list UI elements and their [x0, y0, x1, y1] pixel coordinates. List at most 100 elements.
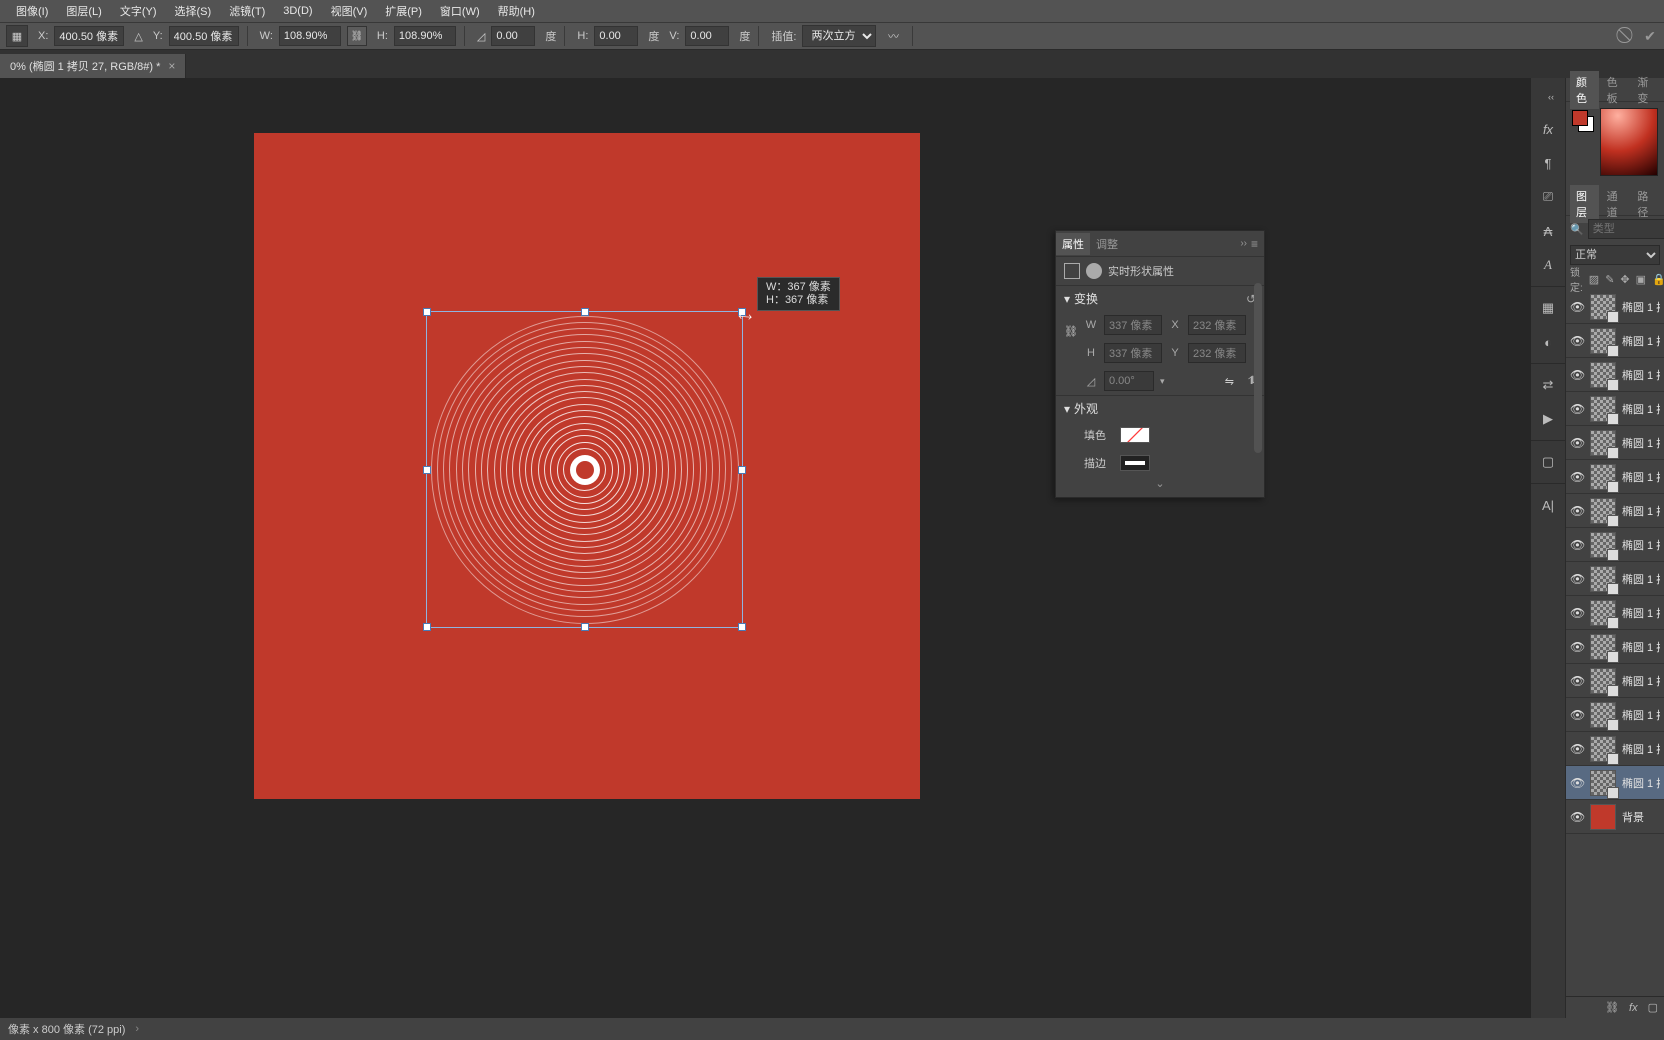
- visibility-icon[interactable]: 👁: [1570, 674, 1584, 688]
- layer-thumbnail[interactable]: [1590, 804, 1616, 830]
- font-panel-icon[interactable]: A: [1534, 250, 1562, 280]
- visibility-icon[interactable]: 👁: [1570, 470, 1584, 484]
- close-icon[interactable]: ×: [168, 59, 175, 73]
- interp-select[interactable]: 两次立方: [802, 25, 876, 47]
- lock-transparency-icon[interactable]: ▨: [1589, 273, 1599, 286]
- layer-row[interactable]: 👁椭圆 1 拷: [1566, 460, 1664, 494]
- handle-tl[interactable]: [423, 308, 431, 316]
- expand-panel-icon[interactable]: ⌄: [1056, 477, 1264, 497]
- stroke-swatch[interactable]: [1120, 455, 1150, 471]
- layer-thumbnail[interactable]: [1590, 702, 1616, 728]
- handle-bl[interactable]: [423, 623, 431, 631]
- panel-scrollbar[interactable]: [1254, 283, 1262, 453]
- visibility-icon[interactable]: 👁: [1570, 334, 1584, 348]
- layer-row[interactable]: 👁椭圆 1 拷: [1566, 324, 1664, 358]
- menu-3d[interactable]: 3D(D): [275, 2, 320, 20]
- visibility-icon[interactable]: 👁: [1570, 708, 1584, 722]
- panel-menu-icon[interactable]: ≡: [1251, 237, 1258, 251]
- layer-row[interactable]: 👁椭圆 1 拷: [1566, 630, 1664, 664]
- link-wh-mini-icon[interactable]: ⛓: [1064, 325, 1078, 338]
- layer-thumbnail[interactable]: [1590, 668, 1616, 694]
- blend-mode-select[interactable]: 正常: [1570, 245, 1660, 265]
- status-menu-icon[interactable]: ›: [135, 1023, 139, 1035]
- tab-adjustments[interactable]: 调整: [1090, 233, 1124, 255]
- color-panel-icon[interactable]: ◐: [1534, 327, 1562, 357]
- hskew-input[interactable]: [594, 26, 638, 46]
- menu-filter[interactable]: 滤镜(T): [221, 0, 273, 22]
- layer-row[interactable]: 👁椭圆 1 拷: [1566, 290, 1664, 324]
- fill-swatch[interactable]: [1120, 427, 1150, 443]
- layer-thumbnail[interactable]: [1590, 430, 1616, 456]
- link-wh-icon[interactable]: ⛓: [347, 26, 367, 46]
- expand-panels-icon[interactable]: ‹‹: [1537, 82, 1565, 112]
- layer-thumbnail[interactable]: [1590, 498, 1616, 524]
- layer-thumbnail[interactable]: [1590, 294, 1616, 320]
- y-input[interactable]: [169, 26, 239, 46]
- prop-x-input[interactable]: [1188, 315, 1246, 335]
- prop-w-input[interactable]: [1104, 315, 1162, 335]
- layer-row[interactable]: 👁椭圆 1 拷: [1566, 392, 1664, 426]
- layer-row[interactable]: 👁椭圆 1 拷: [1566, 766, 1664, 800]
- handle-ml[interactable]: [423, 466, 431, 474]
- reference-point-icon[interactable]: ▦: [6, 25, 28, 47]
- layer-mask-icon[interactable]: ▢: [1648, 1001, 1658, 1014]
- layer-thumbnail[interactable]: [1590, 634, 1616, 660]
- menu-type[interactable]: 文字(Y): [112, 0, 165, 22]
- visibility-icon[interactable]: 👁: [1570, 572, 1584, 586]
- glyph-panel-icon[interactable]: ⎚: [1534, 182, 1562, 212]
- document-tab[interactable]: 0% (椭圆 1 拷贝 27, RGB/8#) * ×: [0, 54, 186, 78]
- visibility-icon[interactable]: 👁: [1570, 640, 1584, 654]
- layer-thumbnail[interactable]: [1590, 770, 1616, 796]
- handle-bm[interactable]: [581, 623, 589, 631]
- swatches-panel-icon[interactable]: ▦: [1534, 293, 1562, 323]
- character-panel-icon[interactable]: ₳: [1534, 216, 1562, 246]
- layer-row[interactable]: 👁椭圆 1 拷: [1566, 426, 1664, 460]
- shapes-panel-icon[interactable]: ▢: [1534, 447, 1562, 477]
- visibility-icon[interactable]: 👁: [1570, 436, 1584, 450]
- menu-help[interactable]: 帮助(H): [490, 0, 543, 22]
- menu-view[interactable]: 视图(V): [323, 0, 376, 22]
- layer-row[interactable]: 👁椭圆 1 拷: [1566, 562, 1664, 596]
- layer-row[interactable]: 👁椭圆 1 拷: [1566, 664, 1664, 698]
- prop-angle-input[interactable]: [1104, 371, 1154, 391]
- history-panel-icon[interactable]: ▶: [1534, 404, 1562, 434]
- link-layers-icon[interactable]: ⛓: [1605, 1001, 1619, 1014]
- transform-bounding-box[interactable]: [426, 311, 743, 628]
- layer-list[interactable]: 👁椭圆 1 拷👁椭圆 1 拷👁椭圆 1 拷👁椭圆 1 拷👁椭圆 1 拷👁椭圆 1…: [1566, 290, 1664, 996]
- layer-row[interactable]: 👁椭圆 1 拷: [1566, 528, 1664, 562]
- layer-row[interactable]: 👁背景: [1566, 800, 1664, 834]
- vskew-input[interactable]: [685, 26, 729, 46]
- lock-all-icon[interactable]: 🔒: [1652, 273, 1664, 286]
- section-appearance[interactable]: ▾ 外观: [1056, 395, 1264, 421]
- flip-horizontal-icon[interactable]: ⇋: [1225, 375, 1234, 388]
- layer-thumbnail[interactable]: [1590, 328, 1616, 354]
- h-input[interactable]: [394, 26, 456, 46]
- layer-thumbnail[interactable]: [1590, 736, 1616, 762]
- layer-row[interactable]: 👁椭圆 1 拷: [1566, 596, 1664, 630]
- layer-thumbnail[interactable]: [1590, 464, 1616, 490]
- color-spectrum[interactable]: [1600, 108, 1658, 176]
- angle-input[interactable]: [491, 26, 535, 46]
- warp-mode-icon[interactable]: 〰: [882, 25, 904, 47]
- visibility-icon[interactable]: 👁: [1570, 606, 1584, 620]
- layer-row[interactable]: 👁椭圆 1 拷: [1566, 698, 1664, 732]
- actions-panel-icon[interactable]: ⇄: [1534, 370, 1562, 400]
- layer-row[interactable]: 👁椭圆 1 拷: [1566, 358, 1664, 392]
- tab-properties[interactable]: 属性: [1056, 233, 1090, 255]
- menu-layer[interactable]: 图层(L): [58, 0, 109, 22]
- x-input[interactable]: [54, 26, 124, 46]
- commit-transform-icon[interactable]: ✔: [1642, 28, 1658, 44]
- visibility-icon[interactable]: 👁: [1570, 810, 1584, 824]
- layer-row[interactable]: 👁椭圆 1 拷: [1566, 732, 1664, 766]
- prop-y-input[interactable]: [1188, 343, 1246, 363]
- lock-position-icon[interactable]: ✥: [1620, 273, 1629, 286]
- menu-window[interactable]: 窗口(W): [432, 0, 488, 22]
- layer-thumbnail[interactable]: [1590, 532, 1616, 558]
- prop-h-input[interactable]: [1104, 343, 1162, 363]
- lock-artboard-icon[interactable]: ▣: [1636, 273, 1646, 286]
- layer-row[interactable]: 👁椭圆 1 拷: [1566, 494, 1664, 528]
- handle-mr[interactable]: [738, 466, 746, 474]
- menu-image[interactable]: 图像(I): [8, 0, 56, 22]
- visibility-icon[interactable]: 👁: [1570, 504, 1584, 518]
- fg-bg-swatch[interactable]: [1572, 110, 1594, 132]
